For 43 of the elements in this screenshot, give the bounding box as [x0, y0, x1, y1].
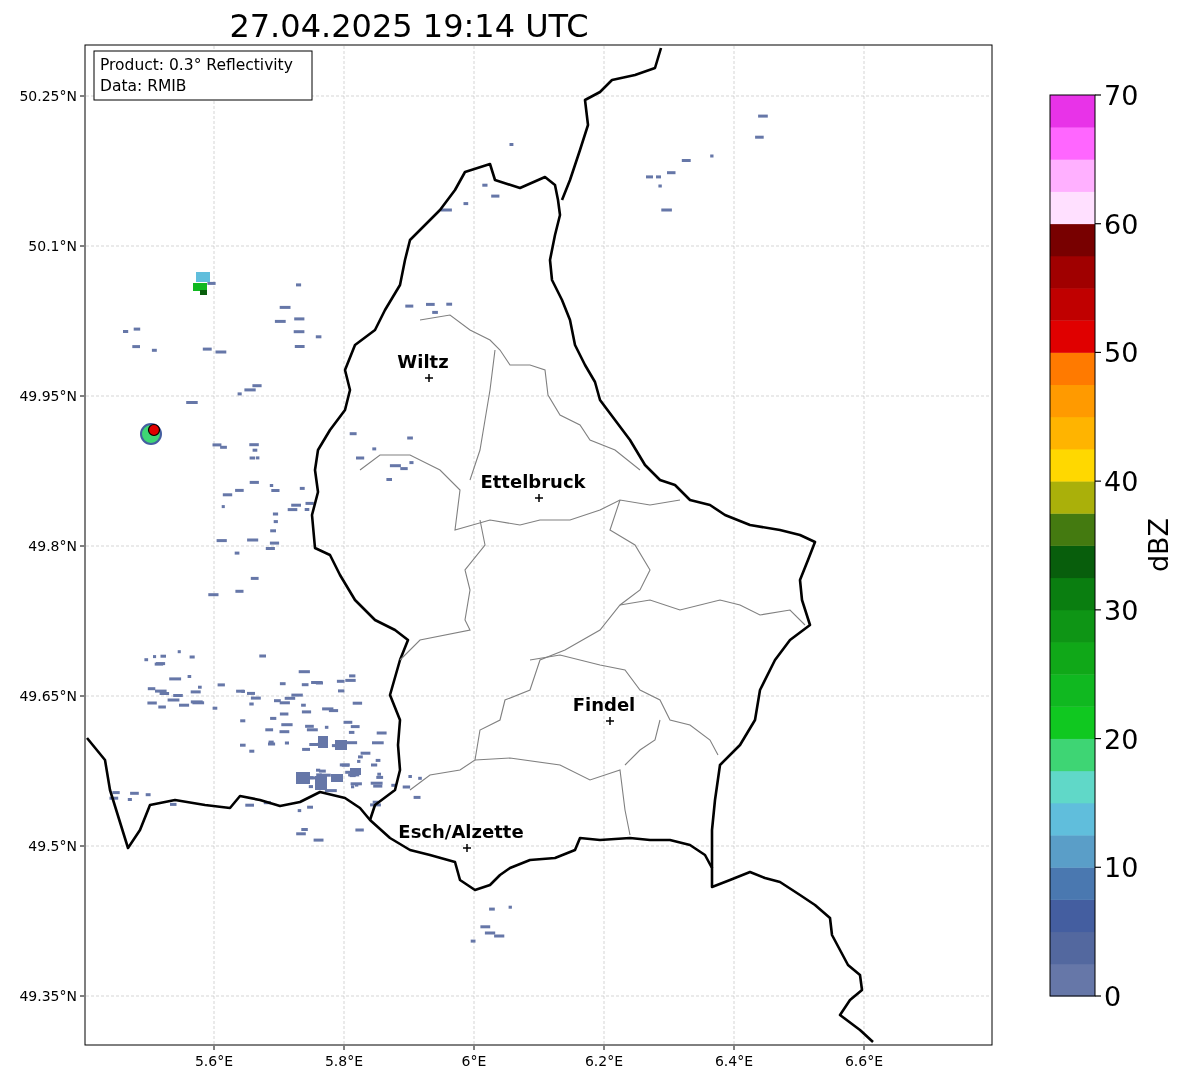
chart-title: 27.04.2025 19:14 UTC — [229, 7, 589, 45]
city-marker-icon — [605, 716, 615, 726]
city-label: Esch/Alzette — [398, 821, 524, 842]
city-label: Ettelbruck — [480, 471, 586, 492]
precipitation-cell-drawing — [193, 272, 210, 295]
radar-site-icon — [147, 423, 161, 437]
longitude-tick-label: 6.2°E — [584, 1053, 624, 1069]
info-text: Data: RMIB — [100, 77, 187, 95]
longitude-tick-label: 6.4°E — [714, 1053, 754, 1069]
info-text: Product: 0.3° Reflectivity — [100, 56, 293, 74]
city-marker-icon — [462, 843, 472, 853]
latitude-tick-label: 49.65°N — [19, 688, 77, 704]
latitude-tick-label: 50.1°N — [28, 238, 77, 254]
latitude-tick-label: 49.5°N — [28, 838, 77, 854]
city-marker-icon — [534, 493, 544, 503]
colorbar-tick-label: 50 — [1104, 337, 1139, 369]
colorbar-tick-mark — [1094, 737, 1102, 740]
colorbar-tick-mark — [1094, 351, 1102, 354]
colorbar-label: dBZ — [1143, 517, 1174, 573]
colorbar-tick-mark — [1094, 94, 1102, 96]
colorbar-tick-label: 70 — [1104, 80, 1139, 111]
colorbar-tick-label: 60 — [1104, 208, 1139, 240]
colorbar-tick-label: 10 — [1104, 852, 1139, 884]
colorbar-tick-label: 30 — [1104, 594, 1139, 626]
colorbar-tick-mark — [1094, 223, 1102, 225]
longitude-tick-label: 6°E — [461, 1053, 487, 1069]
colorbar-tick-label: 20 — [1104, 723, 1139, 755]
longitude-tick-label: 6.6°E — [844, 1053, 884, 1069]
longitude-tick-label: 5.6°E — [194, 1053, 234, 1069]
colorbar-tick-label: 40 — [1104, 466, 1139, 498]
city-label: Wiltz — [397, 351, 449, 372]
latitude-tick-label: 49.95°N — [19, 388, 77, 404]
colorbar-tick-mark — [1094, 866, 1102, 868]
latitude-tick-label: 50.25°N — [19, 88, 77, 104]
colorbar-tick-label: 0 — [1104, 981, 1122, 1012]
latitude-tick-label: 49.8°N — [28, 538, 77, 554]
longitude-tick-label: 5.8°E — [324, 1053, 364, 1069]
latitude-tick-label: 49.35°N — [19, 988, 77, 1004]
colorbar-tick-mark — [1094, 609, 1102, 611]
city-label: Findel — [572, 694, 636, 715]
colorbar-tick-mark — [1094, 995, 1102, 997]
city-marker-icon — [424, 373, 434, 383]
colorbar-tick-mark — [1094, 480, 1102, 482]
